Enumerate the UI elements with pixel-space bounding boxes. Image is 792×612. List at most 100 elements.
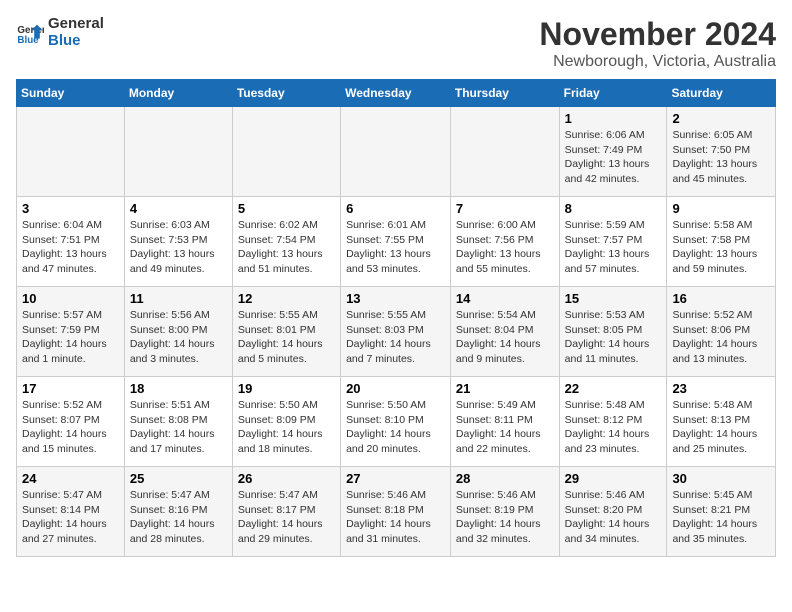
day-number: 16 (672, 291, 770, 306)
month-title: November 2024 (539, 16, 776, 53)
day-number: 10 (22, 291, 119, 306)
calendar-cell: 28Sunrise: 5:46 AM Sunset: 8:19 PM Dayli… (450, 467, 559, 557)
calendar-cell: 24 Sunrise: 5:47 AM Sunset: 8:14 PM Dayli… (17, 467, 125, 557)
title-area: November 2024 Newborough, Victoria, Aust… (539, 16, 776, 71)
day-number: 12 (238, 291, 335, 306)
weekday-header-saturday: Saturday (667, 80, 776, 107)
calendar-cell (450, 107, 559, 197)
day-info: Sunrise: 5:48 AM Sunset: 8:13 PM Dayligh… (672, 398, 770, 457)
day-number: 2 (672, 111, 770, 126)
day-number: 19 (238, 381, 335, 396)
day-number: 30 (672, 471, 770, 486)
calendar-cell: 29Sunrise: 5:46 AM Sunset: 8:20 PM Dayli… (559, 467, 667, 557)
calendar-cell: 12Sunrise: 5:55 AM Sunset: 8:01 PM Dayli… (232, 287, 340, 377)
logo-icon: General Blue (16, 19, 44, 47)
calendar-cell: 15Sunrise: 5:53 AM Sunset: 8:05 PM Dayli… (559, 287, 667, 377)
day-info: Sunrise: 6:02 AM Sunset: 7:54 PM Dayligh… (238, 218, 335, 277)
day-number: 4 (130, 201, 227, 216)
day-info: Sunrise: 5:45 AM Sunset: 8:21 PM Dayligh… (672, 488, 770, 547)
calendar-cell (341, 107, 451, 197)
day-number: 1 (565, 111, 662, 126)
calendar-cell (17, 107, 125, 197)
weekday-header-thursday: Thursday (450, 80, 559, 107)
day-info: Sunrise: 5:48 AM Sunset: 8:12 PM Dayligh… (565, 398, 662, 457)
calendar-cell: 9 Sunrise: 5:58 AM Sunset: 7:58 PM Daylig… (667, 197, 776, 287)
calendar-cell: 18Sunrise: 5:51 AM Sunset: 8:08 PM Dayli… (124, 377, 232, 467)
day-number: 29 (565, 471, 662, 486)
day-info: Sunrise: 5:49 AM Sunset: 8:11 PM Dayligh… (456, 398, 554, 457)
day-number: 24 (22, 471, 119, 486)
calendar-week-1: 1 Sunrise: 6:06 AM Sunset: 7:49 PM Daylig… (17, 107, 776, 197)
calendar-cell (232, 107, 340, 197)
calendar-cell: 20Sunrise: 5:50 AM Sunset: 8:10 PM Dayli… (341, 377, 451, 467)
day-info: Sunrise: 5:46 AM Sunset: 8:19 PM Dayligh… (456, 488, 554, 547)
day-number: 22 (565, 381, 662, 396)
calendar-cell: 26 Sunrise: 5:47 AM Sunset: 8:17 PM Dayli… (232, 467, 340, 557)
calendar-cell: 1 Sunrise: 6:06 AM Sunset: 7:49 PM Daylig… (559, 107, 667, 197)
calendar-cell: 11 Sunrise: 5:56 AM Sunset: 8:00 PM Dayli… (124, 287, 232, 377)
day-info: Sunrise: 5:52 AM Sunset: 8:06 PM Dayligh… (672, 308, 770, 367)
day-number: 18 (130, 381, 227, 396)
weekday-header-row: SundayMondayTuesdayWednesdayThursdayFrid… (17, 80, 776, 107)
calendar-cell: 27Sunrise: 5:46 AM Sunset: 8:18 PM Dayli… (341, 467, 451, 557)
day-number: 20 (346, 381, 445, 396)
weekday-header-tuesday: Tuesday (232, 80, 340, 107)
day-number: 11 (130, 291, 227, 306)
day-info: Sunrise: 5:56 AM Sunset: 8:00 PM Dayligh… (130, 308, 227, 367)
calendar: SundayMondayTuesdayWednesdayThursdayFrid… (16, 79, 776, 557)
calendar-cell: 21 Sunrise: 5:49 AM Sunset: 8:11 PM Dayli… (450, 377, 559, 467)
day-number: 21 (456, 381, 554, 396)
day-number: 9 (672, 201, 770, 216)
day-info: Sunrise: 5:58 AM Sunset: 7:58 PM Dayligh… (672, 218, 770, 277)
day-number: 3 (22, 201, 119, 216)
weekday-header-wednesday: Wednesday (341, 80, 451, 107)
calendar-cell: 16 Sunrise: 5:52 AM Sunset: 8:06 PM Dayli… (667, 287, 776, 377)
calendar-week-4: 17 Sunrise: 5:52 AM Sunset: 8:07 PM Dayli… (17, 377, 776, 467)
day-info: Sunrise: 5:52 AM Sunset: 8:07 PM Dayligh… (22, 398, 119, 457)
day-info: Sunrise: 5:47 AM Sunset: 8:16 PM Dayligh… (130, 488, 227, 547)
day-number: 17 (22, 381, 119, 396)
day-info: Sunrise: 6:03 AM Sunset: 7:53 PM Dayligh… (130, 218, 227, 277)
day-info: Sunrise: 5:47 AM Sunset: 8:17 PM Dayligh… (238, 488, 335, 547)
calendar-cell: 10 Sunrise: 5:57 AM Sunset: 7:59 PM Dayli… (17, 287, 125, 377)
day-number: 14 (456, 291, 554, 306)
header: General Blue General Blue November 2024 … (16, 16, 776, 71)
day-number: 15 (565, 291, 662, 306)
calendar-cell: 25 Sunrise: 5:47 AM Sunset: 8:16 PM Dayli… (124, 467, 232, 557)
day-info: Sunrise: 5:46 AM Sunset: 8:18 PM Dayligh… (346, 488, 445, 547)
day-number: 26 (238, 471, 335, 486)
calendar-cell: 22 Sunrise: 5:48 AM Sunset: 8:12 PM Dayli… (559, 377, 667, 467)
weekday-header-friday: Friday (559, 80, 667, 107)
calendar-cell: 7Sunrise: 6:00 AM Sunset: 7:56 PM Daylig… (450, 197, 559, 287)
day-info: Sunrise: 6:05 AM Sunset: 7:50 PM Dayligh… (672, 128, 770, 187)
calendar-cell: 30 Sunrise: 5:45 AM Sunset: 8:21 PM Dayli… (667, 467, 776, 557)
day-info: Sunrise: 5:55 AM Sunset: 8:03 PM Dayligh… (346, 308, 445, 367)
calendar-cell: 8Sunrise: 5:59 AM Sunset: 7:57 PM Daylig… (559, 197, 667, 287)
day-info: Sunrise: 5:59 AM Sunset: 7:57 PM Dayligh… (565, 218, 662, 277)
day-number: 25 (130, 471, 227, 486)
calendar-cell: 14 Sunrise: 5:54 AM Sunset: 8:04 PM Dayli… (450, 287, 559, 377)
day-number: 7 (456, 201, 554, 216)
weekday-header-sunday: Sunday (17, 80, 125, 107)
day-info: Sunrise: 5:47 AM Sunset: 8:14 PM Dayligh… (22, 488, 119, 547)
day-number: 23 (672, 381, 770, 396)
day-info: Sunrise: 6:06 AM Sunset: 7:49 PM Dayligh… (565, 128, 662, 187)
calendar-cell: 6Sunrise: 6:01 AM Sunset: 7:55 PM Daylig… (341, 197, 451, 287)
calendar-cell: 13 Sunrise: 5:55 AM Sunset: 8:03 PM Dayli… (341, 287, 451, 377)
day-info: Sunrise: 6:01 AM Sunset: 7:55 PM Dayligh… (346, 218, 445, 277)
calendar-cell: 17 Sunrise: 5:52 AM Sunset: 8:07 PM Dayli… (17, 377, 125, 467)
calendar-week-5: 24 Sunrise: 5:47 AM Sunset: 8:14 PM Dayli… (17, 467, 776, 557)
calendar-cell: 19Sunrise: 5:50 AM Sunset: 8:09 PM Dayli… (232, 377, 340, 467)
day-number: 13 (346, 291, 445, 306)
day-info: Sunrise: 5:57 AM Sunset: 7:59 PM Dayligh… (22, 308, 119, 367)
calendar-cell (124, 107, 232, 197)
calendar-week-3: 10 Sunrise: 5:57 AM Sunset: 7:59 PM Dayli… (17, 287, 776, 377)
day-info: Sunrise: 5:54 AM Sunset: 8:04 PM Dayligh… (456, 308, 554, 367)
day-number: 5 (238, 201, 335, 216)
calendar-cell: 5 Sunrise: 6:02 AM Sunset: 7:54 PM Daylig… (232, 197, 340, 287)
weekday-header-monday: Monday (124, 80, 232, 107)
calendar-cell: 4 Sunrise: 6:03 AM Sunset: 7:53 PM Daylig… (124, 197, 232, 287)
calendar-cell: 23 Sunrise: 5:48 AM Sunset: 8:13 PM Dayli… (667, 377, 776, 467)
location-title: Newborough, Victoria, Australia (539, 53, 776, 71)
logo-text-blue: Blue (48, 33, 104, 50)
